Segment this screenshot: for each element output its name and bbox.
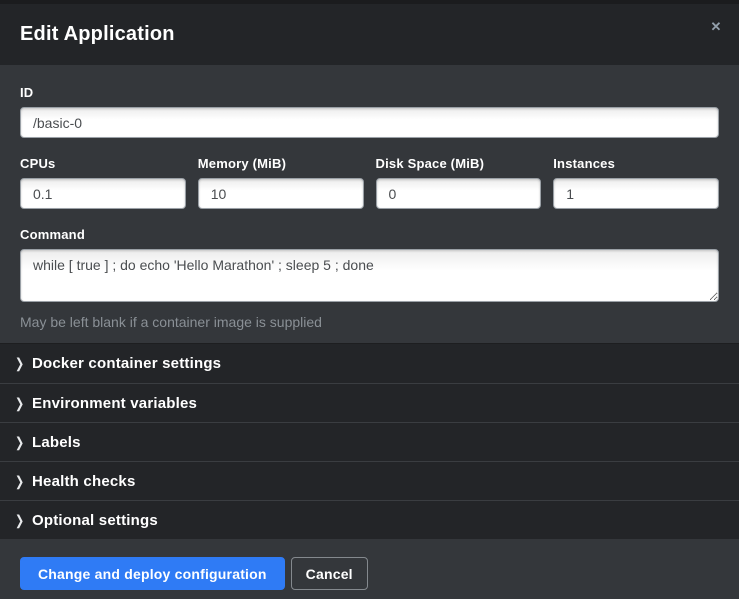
cpus-input[interactable] (20, 178, 186, 209)
chevron-right-icon: ❯ (15, 434, 25, 450)
page-title: Edit Application (20, 23, 175, 46)
section-title: Environment variables (32, 395, 197, 412)
section-title: Optional settings (32, 512, 158, 529)
section-environment-variables[interactable]: ❯ Environment variables (0, 383, 739, 422)
id-label: ID (20, 85, 719, 100)
instances-label: Instances (553, 156, 719, 171)
cancel-button[interactable]: Cancel (291, 557, 368, 590)
cpus-form-group: CPUs (20, 156, 186, 209)
change-and-deploy-button[interactable]: Change and deploy configuration (20, 557, 285, 590)
disk-input[interactable] (376, 178, 542, 209)
chevron-right-icon: ❯ (15, 355, 25, 371)
modal-header: Edit Application ✕ (0, 4, 739, 65)
command-help-text: May be left blank if a container image i… (20, 314, 719, 330)
modal-footer: Change and deploy configuration Cancel (0, 539, 739, 599)
section-health-checks[interactable]: ❯ Health checks (0, 461, 739, 500)
command-textarea[interactable]: while [ true ] ; do echo 'Hello Marathon… (20, 249, 719, 302)
command-form-group: Command while [ true ] ; do echo 'Hello … (20, 227, 719, 330)
memory-form-group: Memory (MiB) (198, 156, 364, 209)
section-docker-container-settings[interactable]: ❯ Docker container settings (0, 344, 739, 383)
memory-input[interactable] (198, 178, 364, 209)
id-input[interactable] (20, 107, 719, 138)
edit-application-modal: Edit Application ✕ ID CPUs Memory (MiB) … (0, 0, 739, 599)
command-label: Command (20, 227, 719, 242)
instances-input[interactable] (553, 178, 719, 209)
disk-form-group: Disk Space (MiB) (376, 156, 542, 209)
chevron-right-icon: ❯ (15, 512, 25, 528)
section-title: Labels (32, 434, 81, 451)
memory-label: Memory (MiB) (198, 156, 364, 171)
cpus-label: CPUs (20, 156, 186, 171)
close-icon[interactable]: ✕ (705, 16, 727, 38)
instances-form-group: Instances (553, 156, 719, 209)
id-form-group: ID (20, 85, 719, 138)
section-title: Health checks (32, 473, 135, 490)
resources-row: CPUs Memory (MiB) Disk Space (MiB) Insta… (20, 156, 719, 209)
section-labels[interactable]: ❯ Labels (0, 422, 739, 461)
accordion-sections: ❯ Docker container settings ❯ Environmen… (0, 343, 739, 539)
section-title: Docker container settings (32, 355, 221, 372)
chevron-right-icon: ❯ (15, 473, 25, 489)
form-body: ID CPUs Memory (MiB) Disk Space (MiB) In… (0, 65, 739, 343)
section-optional-settings[interactable]: ❯ Optional settings (0, 500, 739, 539)
disk-label: Disk Space (MiB) (376, 156, 542, 171)
chevron-right-icon: ❯ (15, 395, 25, 411)
